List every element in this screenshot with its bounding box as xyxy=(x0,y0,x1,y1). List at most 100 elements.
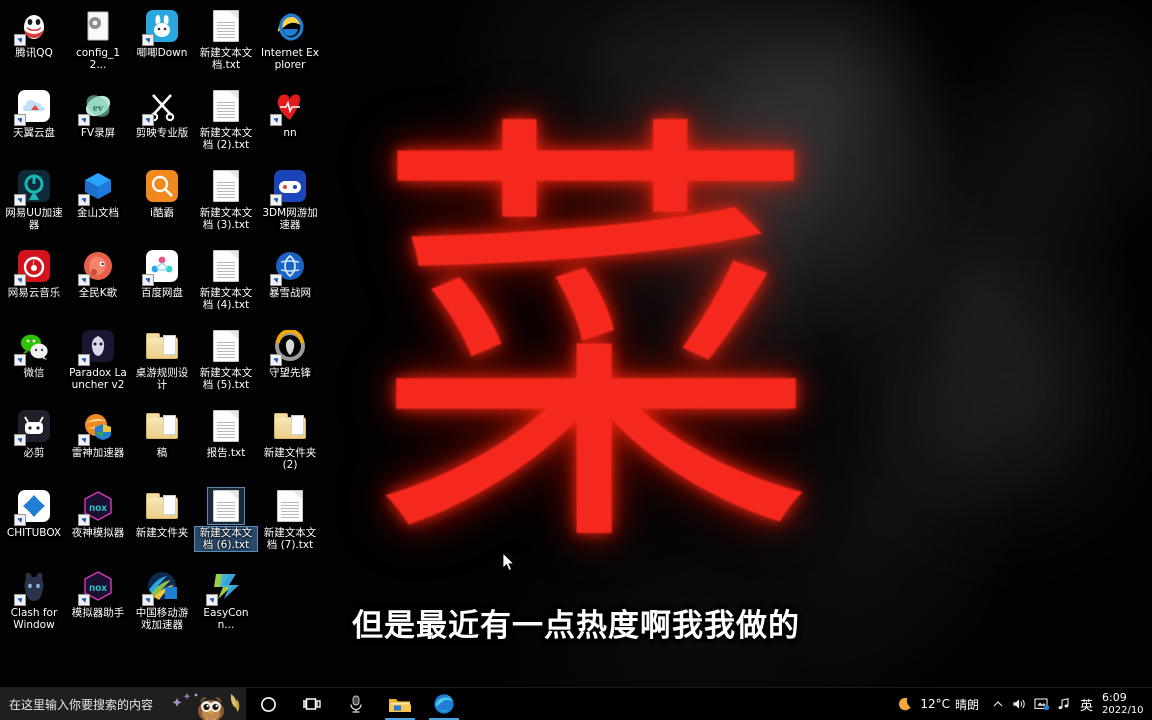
desktop-icon-label: 微信 xyxy=(23,367,45,379)
desktop-icon[interactable]: 暴雪战网 xyxy=(258,244,322,324)
desktop-icon-label: 百度网盘 xyxy=(141,287,183,299)
desktop-icon-label: 新建文本文档 (2).txt xyxy=(199,127,253,151)
clock-time: 6:09 xyxy=(1102,691,1127,704)
desktop-icon-label: Internet Explorer xyxy=(261,47,319,71)
desktop-icon-label: FV录屏 xyxy=(80,127,116,139)
desktop-icon[interactable]: 网易云音乐 xyxy=(2,244,66,324)
easyconn-icon xyxy=(206,568,244,606)
desktop-icon[interactable]: 新建文本文档 (2).txt xyxy=(194,84,258,164)
folder-icon xyxy=(389,699,411,712)
desktop-icon-label: 新建文件夹 xyxy=(135,527,189,539)
taskbar-clock[interactable]: 6:09 2022/10 xyxy=(1098,688,1152,720)
desktop-icon-label: 网易云音乐 xyxy=(7,287,61,299)
desktop-icon[interactable]: EasyConn... xyxy=(194,564,258,644)
desktop-icon[interactable]: Internet Explorer xyxy=(258,4,322,84)
desktop-icon[interactable]: 雷神加速器 xyxy=(66,404,130,484)
tray-music-button[interactable] xyxy=(1053,688,1075,720)
circle-icon xyxy=(260,696,276,712)
desktop-icon[interactable]: 百度网盘 xyxy=(130,244,194,324)
desktop-icon[interactable]: Paradox Launcher v2 xyxy=(66,324,130,404)
overwatch-icon xyxy=(270,328,308,366)
desktop-icon[interactable]: 新建文本文档.txt xyxy=(194,4,258,84)
desktop-icon[interactable]: 新建文本文档 (7).txt xyxy=(258,484,322,564)
desktop-icon-label: nn xyxy=(283,127,297,139)
txt-icon xyxy=(208,8,244,44)
taskbar-button-recorder[interactable] xyxy=(334,688,378,720)
desktop-icon[interactable]: 全民K歌 xyxy=(66,244,130,324)
desktop-icon[interactable]: 新建文本文档 (5).txt xyxy=(194,324,258,404)
desktop-icon[interactable]: nox 模拟器助手 xyxy=(66,564,130,644)
desktop-icon-label: 新建文本文档 (3).txt xyxy=(199,207,253,231)
taskbar-search-box[interactable]: 在这里输入你要搜索的内容 xyxy=(0,687,246,720)
desktop-icon[interactable]: 新建文件夹 xyxy=(130,484,194,564)
txt-icon xyxy=(208,168,244,204)
desktop-icon[interactable]: 微信 xyxy=(2,324,66,404)
battlenet-icon xyxy=(270,248,308,286)
desktop-icon[interactable]: 天翼云盘 xyxy=(2,84,66,164)
desktop-icon[interactable]: 报告.txt xyxy=(194,404,258,484)
desktop-icon-label: 暴雪战网 xyxy=(269,287,311,299)
ie-icon xyxy=(272,8,308,44)
desktop-icon[interactable]: 唧唧Down xyxy=(130,4,194,84)
desktop-icon[interactable]: nox 夜神模拟器 xyxy=(66,484,130,564)
taskbar-button-task-view[interactable] xyxy=(290,688,334,720)
desktop-icon-label: CHITUBOX xyxy=(6,527,62,539)
desktop-icon[interactable]: 腾讯QQ xyxy=(2,4,66,84)
desktop-icon[interactable]: 3DM网游加速器 xyxy=(258,164,322,244)
desktop-icon-label: 新建文本文档 (5).txt xyxy=(199,367,253,391)
desktop-icon[interactable]: ev FV录屏 xyxy=(66,84,130,164)
jianying-icon xyxy=(142,88,180,126)
desktop-icon-label: 天翼云盘 xyxy=(13,127,55,139)
desktop-icon[interactable]: 新建文本文档 (6).txt xyxy=(194,484,258,564)
shortcut-arrow-icon xyxy=(78,434,90,446)
desktop-icon[interactable]: 新建文本文档 (3).txt xyxy=(194,164,258,244)
chitubox-icon xyxy=(14,488,52,526)
desktop-icon[interactable]: 桌游规则设计 xyxy=(130,324,194,404)
crescent-moon-icon xyxy=(899,697,911,710)
tray-show-hidden-icons-button[interactable] xyxy=(987,688,1009,720)
leishen-icon xyxy=(78,408,116,446)
desktop-icon[interactable]: i酷霸 xyxy=(130,164,194,244)
owl-illustration-icon xyxy=(170,688,242,720)
desktop-icon[interactable]: 稿 xyxy=(130,404,194,484)
paradox-icon xyxy=(78,328,116,366)
netease-icon xyxy=(14,248,52,286)
desktop-icon[interactable]: Clash for Windows.... xyxy=(2,564,66,644)
desktop-icon[interactable]: 新建文件夹 (2) xyxy=(258,404,322,484)
desktop-icon[interactable]: CHITUBOX xyxy=(2,484,66,564)
desktop-icon-label: config_12... xyxy=(75,47,121,71)
desktop-icon[interactable]: 网易UU加速器 xyxy=(2,164,66,244)
shortcut-arrow-icon xyxy=(270,354,282,366)
shortcut-arrow-icon xyxy=(142,114,154,126)
desktop-icon[interactable]: 守望先锋 xyxy=(258,324,322,404)
taskbar-button-cortana[interactable] xyxy=(246,688,290,720)
shortcut-arrow-icon xyxy=(206,594,218,606)
desktop-icon[interactable]: 新建文本文档 (4).txt xyxy=(194,244,258,324)
shortcut-arrow-icon xyxy=(270,114,282,126)
desktop-icon[interactable]: 中国移动游戏加速器 xyxy=(130,564,194,644)
desktop-icon-label: 3DM网游加速器 xyxy=(262,207,318,231)
desktop-icon-label: EasyConn... xyxy=(203,607,249,631)
task-view-icon xyxy=(302,698,321,710)
tray-network-button[interactable] xyxy=(1031,688,1053,720)
taskbar-button-file-explorer[interactable] xyxy=(378,688,422,720)
desktop-icon[interactable]: 剪映专业版 xyxy=(130,84,194,164)
shortcut-arrow-icon xyxy=(78,274,90,286)
shortcut-arrow-icon xyxy=(14,34,26,46)
bijian-icon xyxy=(14,408,52,446)
shortcut-arrow-icon xyxy=(78,114,90,126)
desktop-icon[interactable]: nn xyxy=(258,84,322,164)
wechat-icon xyxy=(14,328,52,366)
desktop-icon[interactable]: 金山文档 xyxy=(66,164,130,244)
desktop-icon-label: 新建文本文档 (6).txt xyxy=(194,526,258,552)
desktop-icon[interactable]: config_12... xyxy=(66,4,130,84)
tray-ime-indicator[interactable]: 英 xyxy=(1075,695,1098,714)
tray-volume-button[interactable] xyxy=(1009,688,1031,720)
desktop-icon-label: 腾讯QQ xyxy=(15,47,53,59)
taskbar-weather-widget[interactable]: 12°C 晴朗 xyxy=(892,696,987,713)
desktop-icon-label: 新建文件夹 (2) xyxy=(263,447,317,471)
desktop-icon[interactable]: 必剪 xyxy=(2,404,66,484)
taskbar-button-edge[interactable] xyxy=(422,688,466,720)
desktop-screen: 菜 但是最近有一点热度啊我我做的 腾讯QQ config_12... 唧唧Down 新… xyxy=(0,0,1152,720)
nox-icon: nox xyxy=(78,488,116,526)
